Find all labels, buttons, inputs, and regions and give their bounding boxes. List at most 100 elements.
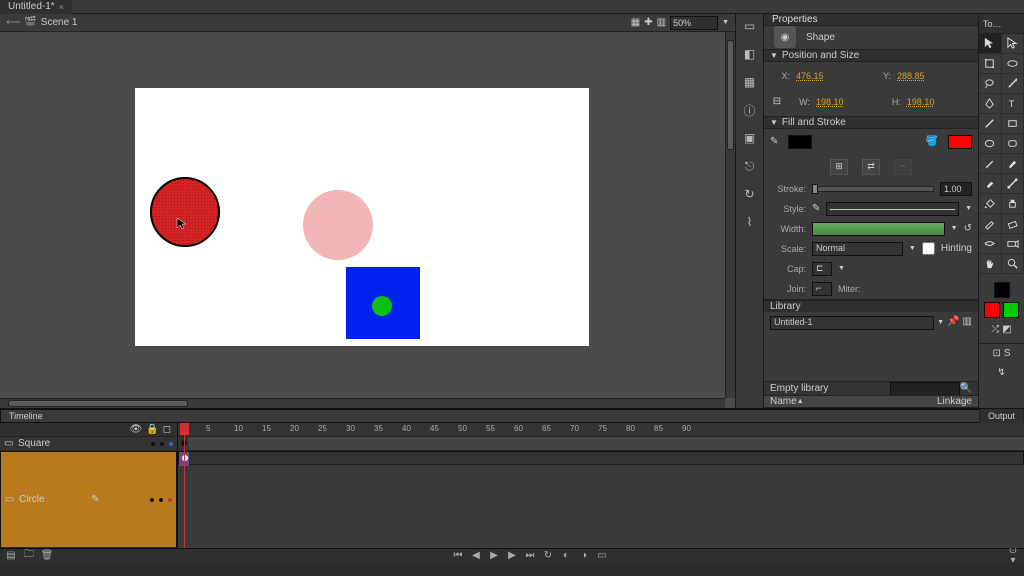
loop-icon[interactable]: ↻ (543, 551, 553, 561)
width-tool[interactable] (979, 234, 1002, 254)
visibility-icon[interactable]: 👁 (130, 424, 143, 435)
timeline-menu-icon[interactable]: ▾ (1008, 556, 1018, 566)
first-frame-icon[interactable]: ⏮ (453, 551, 463, 561)
zoom-dropdown-icon[interactable]: ▼ (722, 19, 729, 26)
layer-row[interactable]: ▭ Square (0, 437, 177, 451)
zoom-tool[interactable] (1002, 254, 1024, 274)
cap-dropdown-icon[interactable]: ▼ (838, 265, 845, 272)
section-fill-stroke[interactable]: ▼Fill and Stroke (764, 116, 978, 129)
stroke-swatch[interactable] (948, 135, 972, 149)
stroke-knob[interactable] (812, 184, 818, 194)
lock-icon[interactable]: 🔒 (146, 424, 158, 435)
color-panel-icon[interactable]: ◧ (742, 46, 758, 62)
style-dropdown-icon[interactable]: ▼ (965, 205, 972, 212)
magic-wand-tool[interactable] (1002, 74, 1024, 94)
shape-green-circle[interactable] (372, 296, 392, 316)
rectangle-tool[interactable] (1002, 114, 1024, 134)
obj-drawing-icon[interactable]: ⊞ (830, 159, 848, 175)
stroke-color-swatch[interactable] (994, 282, 1010, 298)
reset-icon[interactable]: ↺ (964, 223, 972, 234)
next-frame-icon[interactable]: ▶ (507, 551, 517, 561)
brush-panel-icon[interactable]: ⌇ (742, 214, 758, 230)
x-value[interactable]: 476.15 (796, 71, 824, 81)
lib-col-name[interactable]: Name (770, 396, 797, 407)
symbol-icon[interactable]: ✚ (644, 17, 652, 28)
3d-rotation-tool[interactable] (1002, 54, 1024, 74)
track-circle[interactable] (178, 451, 1024, 465)
brush-tool[interactable] (1002, 154, 1024, 174)
info-panel-icon[interactable]: ⓘ (742, 102, 758, 118)
fill-color-swatch-2[interactable] (1003, 302, 1019, 318)
section-position-size[interactable]: ▼Position and Size (764, 49, 978, 62)
h-value[interactable]: 198.10 (907, 97, 935, 107)
stroke-value-input[interactable] (940, 182, 972, 196)
pencil-tool[interactable] (979, 154, 1002, 174)
hand-tool[interactable] (979, 254, 1002, 274)
onion-skin-icon[interactable]: ◐ (561, 551, 571, 561)
fill-swatch[interactable] (788, 135, 812, 149)
selection-tool[interactable] (979, 34, 1002, 54)
prev-frame-icon[interactable]: ◀ (471, 551, 481, 561)
hinting-checkbox[interactable] (922, 242, 935, 255)
free-transform-tool[interactable] (979, 54, 1002, 74)
new-layer-icon[interactable]: ▤ (6, 551, 16, 561)
frame-ruler[interactable]: 151015202530354045505560657075808590 (178, 423, 1024, 437)
shape-pink-circle[interactable] (303, 190, 373, 260)
stroke-slider[interactable] (812, 186, 934, 192)
options-icon[interactable]: ┄ (894, 159, 912, 175)
width-select[interactable] (812, 222, 945, 236)
swap-colors-icon[interactable]: ⤮ (991, 324, 999, 335)
search-icon[interactable]: 🔍 (960, 383, 972, 394)
y-value[interactable]: 288.85 (897, 71, 925, 81)
horizontal-scrollbar[interactable] (0, 398, 725, 408)
workspace-icon[interactable]: ▥ (657, 17, 666, 28)
ink-bottle-tool[interactable] (1002, 194, 1024, 214)
fill-color-swatch[interactable] (984, 302, 1000, 318)
onion-outline-icon[interactable]: ◑ (579, 551, 589, 561)
bone-tool[interactable] (1002, 174, 1024, 194)
text-tool[interactable]: T (1002, 94, 1024, 114)
paint-bucket-tool[interactable] (979, 194, 1002, 214)
layer-row[interactable]: ▭ Circle ✎ (0, 451, 177, 548)
vscroll-thumb[interactable] (727, 40, 734, 150)
back-icon[interactable]: ⟵ (6, 17, 20, 28)
new-lib-icon[interactable]: ▥ (963, 316, 972, 330)
eraser-tool[interactable] (1002, 214, 1024, 234)
lib-col-linkage[interactable]: Linkage (937, 396, 972, 407)
tab-output[interactable]: Output (980, 409, 1024, 423)
stage-area[interactable] (0, 32, 735, 408)
lib-dd-icon[interactable]: ▼ (937, 319, 944, 326)
lasso-tool[interactable] (979, 74, 1002, 94)
default-colors-icon[interactable]: ◩ (1002, 324, 1011, 335)
vertical-scrollbar[interactable] (725, 32, 735, 398)
last-frame-icon[interactable]: ⏭ (525, 551, 535, 561)
edit-frames-icon[interactable]: ▭ (597, 551, 607, 561)
components-panel-icon[interactable]: ⎋ (742, 158, 758, 174)
oval-tool[interactable] (979, 134, 1002, 154)
close-icon[interactable]: × (59, 2, 64, 12)
transform-panel-icon[interactable]: ▣ (742, 130, 758, 146)
join-select[interactable]: ⌐ (812, 282, 832, 296)
smooth-icon[interactable]: S (1004, 348, 1011, 359)
sort-up-icon[interactable]: ▲ (797, 398, 804, 405)
track-square[interactable] (178, 437, 1024, 451)
scene-name[interactable]: Scene 1 (41, 17, 78, 28)
playhead[interactable] (184, 423, 185, 548)
shape-red-circle[interactable] (150, 177, 220, 247)
frames-area[interactable]: 151015202530354045505560657075808590 (178, 423, 1024, 548)
delete-layer-icon[interactable]: 🗑 (42, 551, 52, 561)
eyedropper-tool[interactable] (979, 214, 1002, 234)
scale-select[interactable]: Normal (812, 242, 903, 256)
snap-icon[interactable]: ⊡ (992, 348, 1000, 359)
play-icon[interactable]: ▶ (489, 551, 499, 561)
cap-select[interactable]: ⊏ (812, 262, 832, 276)
line-tool[interactable] (979, 114, 1002, 134)
history-panel-icon[interactable]: ↻ (742, 186, 758, 202)
document-tab[interactable]: Untitled-1* × (0, 0, 72, 14)
aspect-lock-icon[interactable]: ⊟ (770, 96, 784, 107)
scale-dropdown-icon[interactable]: ▼ (909, 245, 916, 252)
swatches-panel-icon[interactable]: ▦ (742, 74, 758, 90)
outline-icon[interactable]: ◻ (163, 424, 171, 435)
tab-timeline[interactable]: Timeline (0, 409, 980, 423)
w-value[interactable]: 198.10 (816, 97, 844, 107)
